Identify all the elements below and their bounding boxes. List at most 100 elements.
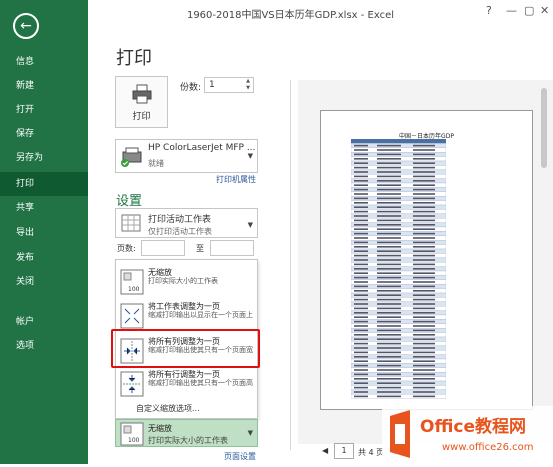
close-icon[interactable]: ✕ bbox=[540, 4, 549, 17]
preview-cell-text bbox=[413, 325, 435, 327]
preview-cell-text bbox=[413, 281, 435, 283]
no-scaling-icon: 100 bbox=[120, 422, 144, 446]
preview-cell-text bbox=[354, 395, 368, 398]
preview-cell-text bbox=[377, 325, 401, 327]
nav-options[interactable]: 选项 bbox=[0, 334, 88, 358]
back-arrow-icon[interactable]: ← bbox=[13, 13, 39, 39]
preview-cell-text bbox=[377, 351, 401, 354]
preview-cell-text bbox=[377, 149, 401, 151]
preview-table bbox=[351, 139, 446, 399]
preview-cell-text bbox=[354, 206, 368, 208]
preview-cell-text bbox=[354, 215, 368, 217]
preview-cell-text bbox=[377, 391, 401, 393]
preview-cell-text bbox=[413, 347, 435, 349]
copies-label: 份数: bbox=[180, 83, 202, 93]
preview-cell-text bbox=[377, 281, 401, 283]
preview-cell-text bbox=[413, 184, 435, 186]
preview-cell-text bbox=[413, 210, 435, 213]
preview-cell-text bbox=[354, 303, 368, 305]
preview-cell-text bbox=[413, 193, 435, 195]
preview-cell-text bbox=[413, 378, 435, 380]
menu-item-desc: 打印实际大小的工作表 bbox=[148, 277, 218, 285]
to-label: 至 bbox=[196, 244, 204, 253]
preview-scrollbar[interactable] bbox=[540, 88, 548, 438]
current-page-input[interactable]: 1 bbox=[334, 443, 354, 459]
preview-cell-text bbox=[377, 171, 401, 173]
preview-cell-text bbox=[413, 391, 435, 393]
preview-cell-text bbox=[354, 320, 368, 323]
help-icon[interactable]: ? bbox=[486, 4, 492, 17]
preview-table-header bbox=[351, 139, 446, 144]
nav-share[interactable]: 共享 bbox=[0, 196, 88, 220]
menu-item-desc: 缩减打印输出以显示在一个页面上 bbox=[148, 311, 253, 319]
preview-cell-text bbox=[377, 250, 401, 252]
preview-cell-text bbox=[354, 285, 368, 288]
preview-cell-text bbox=[354, 351, 368, 354]
printer-name: HP ColorLaserJet MFP ... bbox=[148, 143, 256, 153]
nav-save[interactable]: 保存 bbox=[0, 122, 88, 146]
preview-cell-text bbox=[354, 294, 368, 296]
nav-save-as[interactable]: 另存为 bbox=[0, 146, 88, 170]
chevron-down-icon: ▼ bbox=[247, 152, 253, 160]
preview-cell-text bbox=[413, 342, 435, 345]
preview-cell-text bbox=[413, 320, 435, 323]
preview-cell-text bbox=[377, 338, 401, 340]
nav-close[interactable]: 关闭 bbox=[0, 270, 88, 294]
preview-cell-text bbox=[413, 303, 435, 305]
print-what-select[interactable]: 打印活动工作表 仅打印活动工作表 ▼ bbox=[115, 208, 258, 238]
preview-cell-text bbox=[354, 298, 368, 301]
nav-info[interactable]: 信息 bbox=[0, 50, 88, 74]
menu-item-fit-rows[interactable]: 将所有行调整为一页 缩减打印输出使其只有一个页面高 bbox=[116, 366, 257, 402]
page-from-input[interactable] bbox=[141, 240, 185, 256]
preview-cell-text bbox=[354, 338, 368, 340]
preview-cell-text bbox=[413, 312, 435, 314]
menu-item-no-scaling[interactable]: 100 无缩放 打印实际大小的工作表 bbox=[116, 264, 257, 300]
preview-cell-text bbox=[413, 175, 435, 178]
nav-publish[interactable]: 发布 bbox=[0, 246, 88, 270]
preview-cell-text bbox=[413, 285, 435, 288]
restore-icon[interactable]: ▢ bbox=[524, 4, 534, 17]
printer-select[interactable]: HP ColorLaserJet MFP ... 就绪 ▼ bbox=[115, 139, 258, 173]
preview-cell-text bbox=[377, 197, 401, 200]
preview-cell-text bbox=[377, 320, 401, 323]
nav-print[interactable]: 打印 bbox=[0, 172, 88, 196]
preview-cell-text bbox=[354, 246, 368, 248]
preview-cell-text bbox=[413, 268, 435, 270]
nav-account[interactable]: 帐户 bbox=[0, 310, 88, 334]
preview-cell-text bbox=[377, 193, 401, 195]
scaling-select-title: 无缩放 bbox=[148, 424, 172, 433]
copies-spinner[interactable]: ▲ ▼ bbox=[243, 78, 253, 92]
preview-cell-text bbox=[377, 316, 401, 318]
page-to-input[interactable] bbox=[210, 240, 254, 256]
panel-divider bbox=[290, 80, 291, 450]
minimize-icon[interactable]: — bbox=[506, 4, 517, 17]
preview-cell-text bbox=[354, 369, 368, 371]
page-setup-link[interactable]: 页面设置 bbox=[224, 451, 256, 462]
preview-cell-text bbox=[413, 307, 435, 310]
fit-sheet-icon bbox=[120, 303, 144, 329]
preview-cell-text bbox=[354, 193, 368, 195]
preview-cell-text bbox=[354, 144, 368, 147]
preview-cell-text bbox=[413, 158, 435, 160]
preview-cell-text bbox=[413, 254, 435, 257]
svg-text:100: 100 bbox=[128, 437, 140, 444]
nav-open[interactable]: 打开 bbox=[0, 98, 88, 122]
preview-cell-text bbox=[377, 180, 401, 182]
copies-input[interactable]: 1 ▲ ▼ bbox=[204, 77, 254, 93]
preview-cell-text bbox=[413, 180, 435, 182]
printer-properties-link[interactable]: 打印机属性 bbox=[216, 174, 256, 185]
scaling-select[interactable]: 100 无缩放 打印实际大小的工作表 ▼ bbox=[115, 419, 258, 447]
preview-cell-text bbox=[377, 228, 401, 230]
prev-page-icon[interactable]: ◀ bbox=[322, 446, 328, 455]
preview-cell-text bbox=[413, 250, 435, 252]
nav-new[interactable]: 新建 bbox=[0, 74, 88, 98]
print-button[interactable]: 打印 bbox=[115, 76, 168, 128]
preview-cell-text bbox=[413, 294, 435, 296]
preview-cell-text bbox=[377, 276, 401, 279]
nav-export[interactable]: 导出 bbox=[0, 221, 88, 245]
printer-icon bbox=[132, 84, 151, 104]
preview-cell-text bbox=[377, 356, 401, 358]
custom-scaling-options[interactable]: 自定义缩放选项... bbox=[136, 403, 200, 414]
preview-cell-text bbox=[377, 210, 401, 213]
preview-cell-text bbox=[354, 197, 368, 200]
